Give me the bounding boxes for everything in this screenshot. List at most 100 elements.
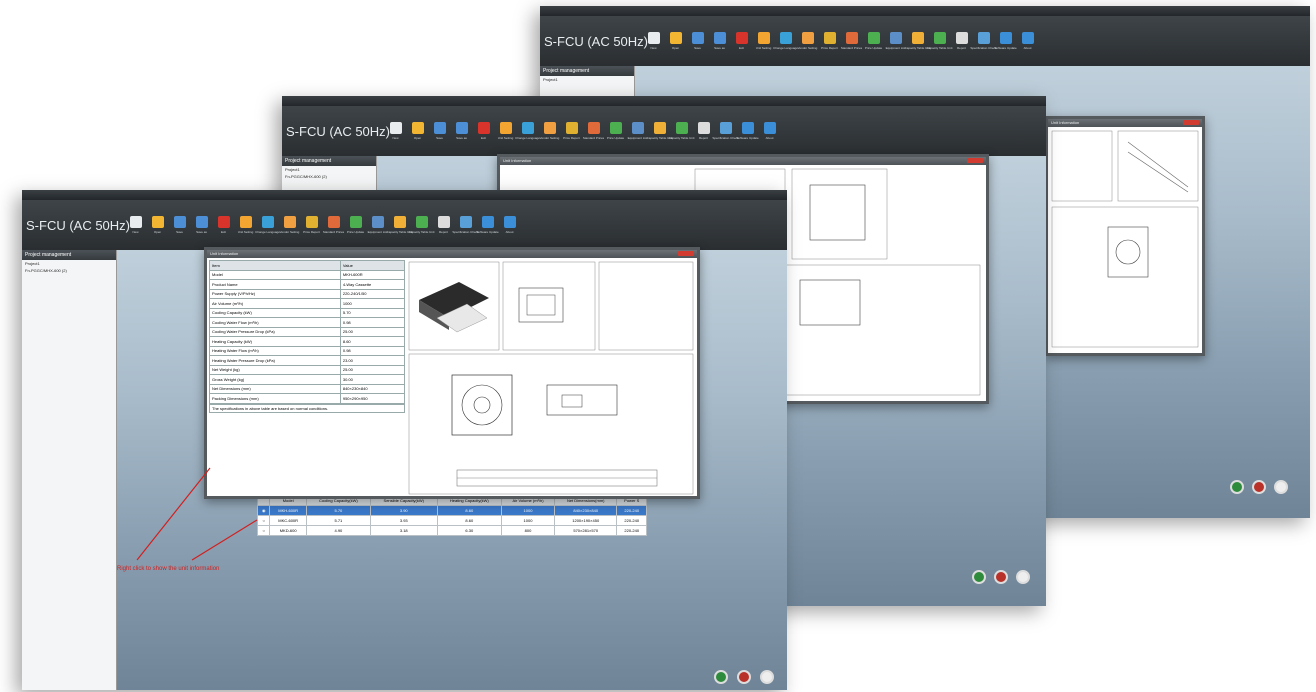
toolbar-button[interactable]: Exit	[732, 32, 751, 50]
spec-cell: Heating Water Pressure Drop (kPa)	[209, 355, 341, 366]
toolbar-button[interactable]: Software Update	[736, 122, 759, 140]
toolbar-button[interactable]: New	[386, 122, 405, 140]
toolbar-button[interactable]: Vendor Setting	[280, 216, 299, 234]
toolbar-button[interactable]: Equipment List	[368, 216, 387, 234]
toolbar-button[interactable]: Change Language	[255, 216, 280, 234]
project-node[interactable]: Project1	[282, 166, 376, 173]
table-row[interactable]: ◉ MKH-600R 5.70 3.90 8.60 1000 840×230×840 220-…	[256, 505, 647, 516]
toolbar-button[interactable]: Report	[952, 32, 971, 50]
green-round-button[interactable]	[714, 670, 728, 684]
toolbar-button[interactable]: Change Language	[515, 122, 540, 140]
green-round-button[interactable]	[1230, 480, 1244, 494]
toolbar-button[interactable]: Open	[148, 216, 167, 234]
toolbar-icon	[305, 216, 318, 228]
table-cell: MKD-600	[269, 525, 307, 536]
table-row[interactable]: ○ MKD-600 4.90 3.18 6.30 800 570×281×570 220-24…	[256, 525, 647, 536]
toolbar-button[interactable]: Exit	[474, 122, 493, 140]
white-round-button[interactable]	[1274, 480, 1288, 494]
toolbar-label: Price Update	[606, 136, 625, 140]
table-row[interactable]: ○ MKC-600R 5.71 3.93 8.60 1000 1200×190×450 220…	[256, 515, 647, 526]
unit-info-dialog-back: Unit Information	[1045, 116, 1205, 356]
toolbar-button[interactable]: Capacity Table Unit	[387, 216, 412, 234]
toolbar-button[interactable]: Vendor Setting	[540, 122, 559, 140]
close-icon[interactable]	[1183, 120, 1199, 125]
toolbar-icon	[845, 32, 858, 44]
table-cell: 6.30	[436, 525, 503, 536]
toolbar-button[interactable]: Capacity Table Unit	[905, 32, 930, 50]
table-cell: MKH-600R	[269, 505, 307, 516]
toolbar-button[interactable]: Standard Prices	[582, 122, 605, 140]
close-icon[interactable]	[967, 158, 983, 163]
toolbar-label: Unit Setting	[237, 230, 254, 234]
toolbar-button[interactable]: Save as	[710, 32, 729, 50]
toolbar-button[interactable]: Price Update	[864, 32, 883, 50]
toolbar-button[interactable]: New	[644, 32, 663, 50]
toolbar-button[interactable]: Unit Setting	[754, 32, 773, 50]
white-round-button[interactable]	[1016, 570, 1030, 584]
toolbar-label: Standard Prices	[582, 136, 605, 140]
toolbar-button[interactable]: Equipment List	[886, 32, 905, 50]
toolbar-button[interactable]: Save as	[192, 216, 211, 234]
toolbar-label: Price Report	[821, 46, 838, 50]
toolbar-button[interactable]: Software Update	[994, 32, 1017, 50]
toolbar-button[interactable]: Price Report	[562, 122, 581, 140]
spec-cell: Power Supply (V/Ph/Hz)	[209, 288, 341, 299]
toolbar-icon	[327, 216, 340, 228]
toolbar-button[interactable]: Software Update	[476, 216, 499, 234]
table-cell: 8.60	[436, 515, 503, 526]
toolbar-button[interactable]: Save	[170, 216, 189, 234]
toolbar-label: Open	[153, 230, 162, 234]
toolbar-icon	[543, 122, 556, 134]
toolbar-button[interactable]: Standard Prices	[841, 32, 862, 50]
toolbar-button[interactable]: Report	[694, 122, 713, 140]
toolbar-button[interactable]: Open	[408, 122, 427, 140]
toolbar-icon	[195, 216, 208, 228]
toolbar-button[interactable]: Price Update	[606, 122, 625, 140]
toolbar-button[interactable]: Capacity Table Unit	[927, 32, 952, 50]
toolbar-button[interactable]: Save as	[452, 122, 471, 140]
toolbar-button[interactable]: About	[760, 122, 779, 140]
toolbar-button[interactable]: Unit Setting	[496, 122, 515, 140]
toolbar-button[interactable]: Save	[430, 122, 449, 140]
toolbar-button[interactable]: Capacity Table Unit	[647, 122, 672, 140]
red-round-button[interactable]	[994, 570, 1008, 584]
toolbar-label: Save	[176, 230, 183, 234]
toolbar-button[interactable]: Specification Check	[712, 122, 739, 140]
toolbar-button[interactable]: Save	[688, 32, 707, 50]
unit-selection-table: Model Cooling Capacity(kW) Sensible Capaci…	[256, 495, 647, 536]
toolbar-button[interactable]: Open	[666, 32, 685, 50]
toolbar-button[interactable]: Price Report	[820, 32, 839, 50]
toolbar-button[interactable]: Report	[434, 216, 453, 234]
red-round-button[interactable]	[737, 670, 751, 684]
toolbar-button[interactable]: Price Report	[302, 216, 321, 234]
toolbar-button[interactable]: Price Update	[346, 216, 365, 234]
toolbar-label: Unit Setting	[755, 46, 772, 50]
toolbar-button[interactable]: Exit	[214, 216, 233, 234]
toolbar-button[interactable]: Specification Check	[452, 216, 479, 234]
spec-cell: Value	[339, 260, 406, 271]
red-round-button[interactable]	[1252, 480, 1266, 494]
project-node[interactable]: Project1	[22, 260, 116, 267]
toolbar-button[interactable]: New	[126, 216, 145, 234]
toolbar-button[interactable]: About	[500, 216, 519, 234]
green-round-button[interactable]	[972, 570, 986, 584]
spec-cell: 0.98	[339, 345, 406, 356]
white-round-button[interactable]	[760, 670, 774, 684]
toolbar-label: Price Update	[864, 46, 883, 50]
toolbar-button[interactable]: Equipment List	[628, 122, 647, 140]
unit-node[interactable]: Fn-PGGC/MHX-600 (2)	[22, 267, 116, 274]
toolbar-button[interactable]: Capacity Table Unit	[669, 122, 694, 140]
toolbar-icon	[933, 32, 946, 44]
toolbar-icon	[889, 32, 902, 44]
dialog-title-text: Unit Information	[1051, 120, 1080, 125]
project-node[interactable]: Project1	[540, 76, 634, 83]
toolbar-button[interactable]: Standard Prices	[323, 216, 344, 234]
toolbar-button[interactable]: Unit Setting	[236, 216, 255, 234]
toolbar-button[interactable]: Specification Check	[970, 32, 997, 50]
toolbar-button[interactable]: Change Language	[773, 32, 798, 50]
toolbar-button[interactable]: Capacity Table Unit	[409, 216, 434, 234]
toolbar-button[interactable]: Vendor Setting	[798, 32, 817, 50]
toolbar-button[interactable]: About	[1018, 32, 1037, 50]
close-icon[interactable]	[678, 251, 694, 256]
unit-node[interactable]: Fn-PGGC/MHX-600 (2)	[282, 173, 376, 180]
